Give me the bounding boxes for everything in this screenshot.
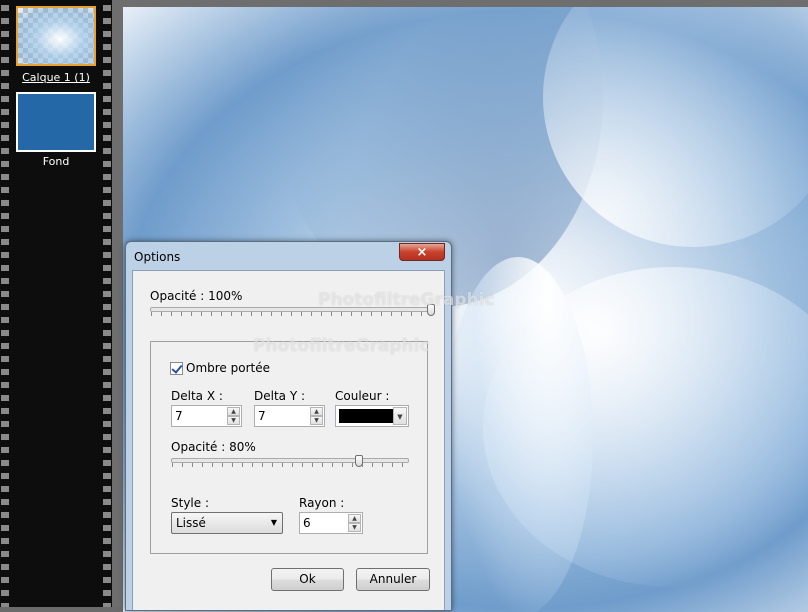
color-swatch (339, 409, 393, 423)
delta-y-value: 7 (258, 409, 266, 423)
radius-up-icon[interactable]: ▲ (348, 514, 361, 523)
petal-shape (443, 257, 593, 612)
drop-shadow-group: Ombre portée Delta X : 7 ▲ ▼ Delta Y : 7… (150, 341, 428, 554)
close-button[interactable]: × (399, 243, 445, 261)
layer-preview-image (18, 8, 94, 64)
radius-label: Rayon : (299, 496, 345, 510)
shadow-opacity-ticks (172, 463, 406, 467)
film-perforation-left (1, 0, 9, 607)
layer-opacity-label: Opacité : 100% (150, 289, 243, 303)
watermark: PhotofiltreGraphic (318, 290, 495, 310)
dialog-title: Options (134, 250, 181, 264)
drop-shadow-checkbox[interactable] (170, 362, 183, 375)
drop-shadow-label[interactable]: Ombre portée (186, 361, 270, 375)
delta-y-down-icon[interactable]: ▼ (310, 416, 323, 425)
cancel-button[interactable]: Annuler (356, 568, 430, 591)
delta-x-down-icon[interactable]: ▼ (227, 416, 240, 425)
color-picker[interactable]: ▼ (335, 405, 409, 427)
radius-spinner[interactable]: 6 ▲ ▼ (299, 512, 363, 534)
dialog-body: Opacité : 100% Ombre portée Delta X : 7 … (132, 270, 445, 610)
layer-label-fond[interactable]: Fond (0, 155, 112, 168)
petal-shape (543, 7, 808, 247)
close-icon: × (416, 245, 428, 260)
color-label: Couleur : (335, 389, 390, 403)
delta-x-label: Delta X : (171, 389, 223, 403)
delta-y-label: Delta Y : (254, 389, 306, 403)
shadow-opacity-label: Opacité : 80% (171, 440, 256, 454)
color-dropdown-icon[interactable]: ▼ (393, 407, 407, 425)
delta-x-spinner[interactable]: 7 ▲ ▼ (171, 405, 242, 427)
radius-down-icon[interactable]: ▼ (348, 523, 361, 532)
style-value: Lissé (176, 516, 206, 530)
layer-thumbnail-fond[interactable] (16, 92, 96, 152)
watermark: PhotofiltreGraphic (253, 336, 430, 356)
radius-value: 6 (303, 516, 311, 530)
delta-x-value: 7 (175, 409, 183, 423)
style-label: Style : (171, 496, 209, 510)
ok-button[interactable]: Ok (271, 568, 344, 591)
delta-y-up-icon[interactable]: ▲ (310, 407, 323, 416)
shadow-opacity-slider[interactable] (171, 458, 409, 463)
shadow-opacity-slider-thumb[interactable] (355, 455, 363, 467)
dialog-titlebar[interactable]: Options × (126, 242, 451, 270)
layer-opacity-ticks (151, 312, 433, 316)
film-perforation-right (103, 0, 111, 607)
delta-x-up-icon[interactable]: ▲ (227, 407, 240, 416)
style-select[interactable]: Lissé ▼ (171, 512, 283, 534)
delta-y-spinner[interactable]: 7 ▲ ▼ (254, 405, 325, 427)
chevron-down-icon: ▼ (270, 518, 277, 527)
layer-thumbnail-calque-1[interactable] (16, 6, 96, 66)
layer-label-calque-1[interactable]: Calque 1 (1) (0, 71, 112, 84)
layers-panel: Calque 1 (1) Fond (0, 0, 112, 607)
